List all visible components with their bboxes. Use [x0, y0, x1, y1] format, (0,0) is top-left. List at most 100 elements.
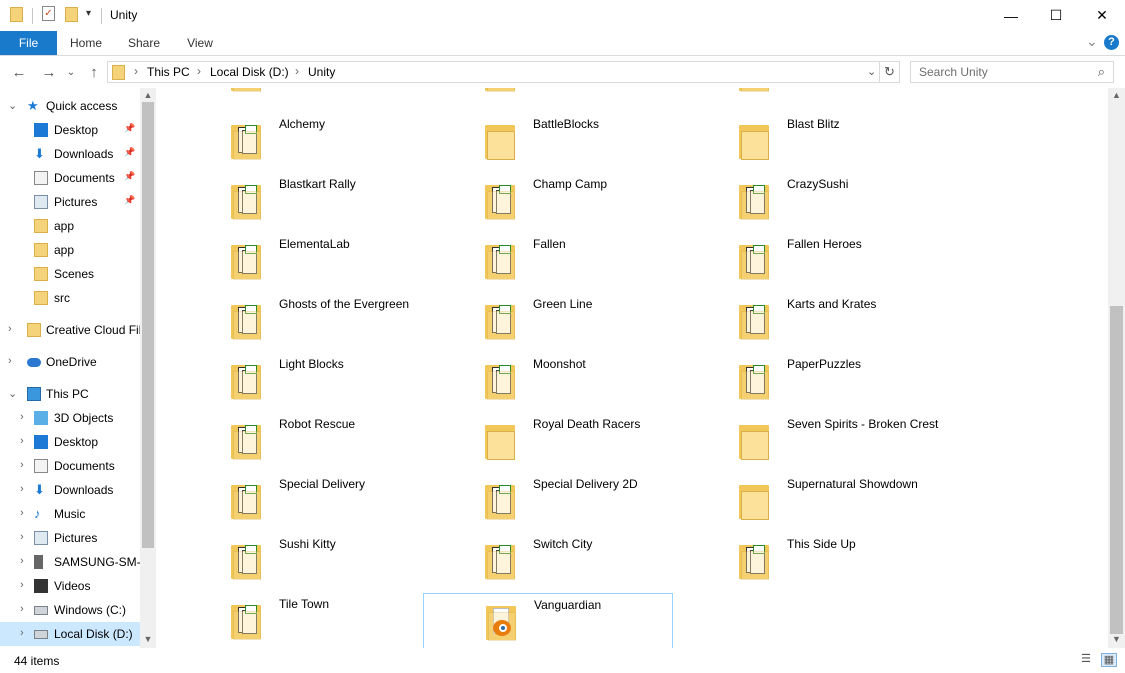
expand-ribbon-icon[interactable]: ⌄: [1086, 33, 1098, 50]
folder-item[interactable]: CrazySushi: [677, 173, 927, 229]
new-folder-icon[interactable]: [65, 7, 78, 22]
search-input[interactable]: Search Unity: [919, 65, 988, 79]
chevron-right-icon[interactable]: ›: [134, 64, 138, 78]
collapse-chevron-icon[interactable]: ›: [20, 579, 24, 591]
content-scrollbar[interactable]: ▲ ▼: [1108, 88, 1125, 648]
scroll-down-icon[interactable]: ▼: [1110, 634, 1123, 646]
collapse-chevron-icon[interactable]: ›: [20, 531, 24, 543]
folder-item[interactable]: Light Blocks: [169, 353, 419, 409]
nav-item-onedrive[interactable]: › OneDrive: [0, 350, 140, 374]
chevron-right-icon[interactable]: ›: [295, 64, 299, 78]
breadcrumb-unity[interactable]: Unity: [308, 65, 335, 79]
folder-item[interactable]: Vanguardian: [423, 593, 673, 648]
collapse-chevron-icon[interactable]: ›: [20, 435, 24, 447]
search-box[interactable]: Search Unity ⌕: [910, 61, 1114, 83]
collapse-chevron-icon[interactable]: ›: [20, 459, 24, 471]
close-button[interactable]: ✕: [1079, 0, 1125, 31]
folder-item[interactable]: [677, 88, 927, 101]
nav-item-downloads[interactable]: ⬇ Downloads 📌: [0, 142, 140, 166]
collapse-chevron-icon[interactable]: ›: [8, 355, 12, 367]
collapse-chevron-icon[interactable]: ›: [20, 603, 24, 615]
details-view-icon[interactable]: ☰: [1079, 653, 1093, 665]
folder-item[interactable]: Blastkart Rally: [169, 173, 419, 229]
nav-item-documents[interactable]: Documents 📌: [0, 166, 140, 190]
address-bar[interactable]: › This PC › Local Disk (D:) › Unity ⌄: [107, 61, 880, 83]
forward-button[interactable]: →: [38, 57, 60, 87]
nav-item-desktop[interactable]: › Desktop: [0, 430, 140, 454]
collapse-chevron-icon[interactable]: ›: [20, 627, 24, 639]
tab-file[interactable]: File: [0, 31, 57, 55]
breadcrumb-this-pc[interactable]: This PC: [147, 65, 190, 79]
folder-item[interactable]: ElementaLab: [169, 233, 419, 289]
help-icon[interactable]: ?: [1104, 35, 1119, 50]
folder-item[interactable]: Fallen Heroes: [677, 233, 927, 289]
folder-item[interactable]: Special Delivery 2D: [423, 473, 673, 529]
collapse-chevron-icon[interactable]: ›: [20, 555, 24, 567]
folder-item[interactable]: Karts and Krates: [677, 293, 927, 349]
customize-qat-icon[interactable]: ▾: [86, 8, 91, 19]
nav-item-pictures[interactable]: Pictures 📌: [0, 190, 140, 214]
folder-item[interactable]: Robot Rescue: [169, 413, 419, 469]
collapse-chevron-icon[interactable]: ›: [20, 411, 24, 423]
folder-item[interactable]: Moonshot: [423, 353, 673, 409]
folder-item[interactable]: PaperPuzzles: [677, 353, 927, 409]
folder-item[interactable]: Ghosts of the Evergreen: [169, 293, 419, 349]
nav-item-samsung-sm-g[interactable]: › SAMSUNG-SM-G: [0, 550, 150, 574]
expand-chevron-icon[interactable]: ⌄: [8, 99, 17, 112]
nav-item-music[interactable]: › ♪ Music: [0, 502, 140, 526]
folder-item[interactable]: Prep: [169, 88, 419, 101]
folder-item[interactable]: Seven Spirits - Broken Crest: [677, 413, 938, 469]
folder-item[interactable]: Supernatural Showdown: [677, 473, 927, 529]
folder-item[interactable]: This Side Up: [677, 533, 927, 589]
nav-item-app[interactable]: app: [0, 238, 140, 262]
folder-item[interactable]: [423, 88, 673, 101]
nav-item-windows-c[interactable]: › Windows (C:): [0, 598, 140, 622]
folder-item[interactable]: Alchemy: [169, 113, 419, 169]
expand-chevron-icon[interactable]: ⌄: [8, 387, 17, 400]
folder-item[interactable]: Champ Camp: [423, 173, 673, 229]
navigation-scrollbar[interactable]: ▲ ▼: [140, 88, 156, 648]
refresh-button[interactable]: ↻: [880, 61, 900, 83]
tab-share[interactable]: Share: [122, 31, 166, 55]
folder-item[interactable]: Switch City: [423, 533, 673, 589]
folder-item[interactable]: Green Line: [423, 293, 673, 349]
nav-item-scenes[interactable]: Scenes: [0, 262, 140, 286]
scroll-up-icon[interactable]: ▲: [142, 90, 154, 102]
nav-item-this-pc[interactable]: ⌄ This PC: [0, 382, 140, 406]
minimize-button[interactable]: —: [988, 0, 1034, 31]
breadcrumb-local-disk[interactable]: Local Disk (D:): [210, 65, 289, 79]
nav-item-app[interactable]: app: [0, 214, 140, 238]
nav-item-documents[interactable]: › Documents: [0, 454, 140, 478]
tab-view[interactable]: View: [180, 31, 220, 55]
folder-item[interactable]: Tile Town: [169, 593, 419, 648]
nav-item-quick-access[interactable]: ⌄ ★ Quick access: [0, 94, 140, 118]
collapse-chevron-icon[interactable]: ›: [20, 483, 24, 495]
address-dropdown-icon[interactable]: ⌄: [867, 65, 876, 78]
collapse-chevron-icon[interactable]: ›: [20, 507, 24, 519]
up-button[interactable]: ↑: [84, 57, 104, 87]
folder-item[interactable]: Sushi Kitty: [169, 533, 419, 589]
scrollbar-thumb[interactable]: [142, 102, 154, 548]
maximize-button[interactable]: ☐: [1033, 0, 1079, 31]
nav-item-creative-cloud-fil[interactable]: › Creative Cloud Fil: [0, 318, 141, 342]
nav-item-downloads[interactable]: › ⬇ Downloads: [0, 478, 140, 502]
scroll-up-icon[interactable]: ▲: [1110, 90, 1123, 102]
scroll-down-icon[interactable]: ▼: [142, 634, 154, 646]
folder-item[interactable]: Blast Blitz: [677, 113, 927, 169]
large-icons-view-icon[interactable]: ▦: [1101, 653, 1117, 667]
nav-item-src[interactable]: src: [0, 286, 140, 310]
folder-item[interactable]: Fallen: [423, 233, 673, 289]
folder-item[interactable]: Special Delivery: [169, 473, 419, 529]
scrollbar-thumb[interactable]: [1110, 306, 1123, 634]
folder-item[interactable]: BattleBlocks: [423, 113, 673, 169]
nav-item-local-disk-d[interactable]: › Local Disk (D:): [0, 622, 140, 646]
tab-home[interactable]: Home: [64, 31, 108, 55]
folder-item[interactable]: Royal Death Racers: [423, 413, 673, 469]
recent-locations-button[interactable]: ⌄: [64, 57, 78, 87]
back-button[interactable]: ←: [8, 57, 30, 87]
collapse-chevron-icon[interactable]: ›: [8, 323, 12, 335]
nav-item-3d-objects[interactable]: › 3D Objects: [0, 406, 140, 430]
nav-item-videos[interactable]: › Videos: [0, 574, 140, 598]
properties-icon[interactable]: ✓: [42, 6, 55, 21]
chevron-right-icon[interactable]: ›: [197, 64, 201, 78]
